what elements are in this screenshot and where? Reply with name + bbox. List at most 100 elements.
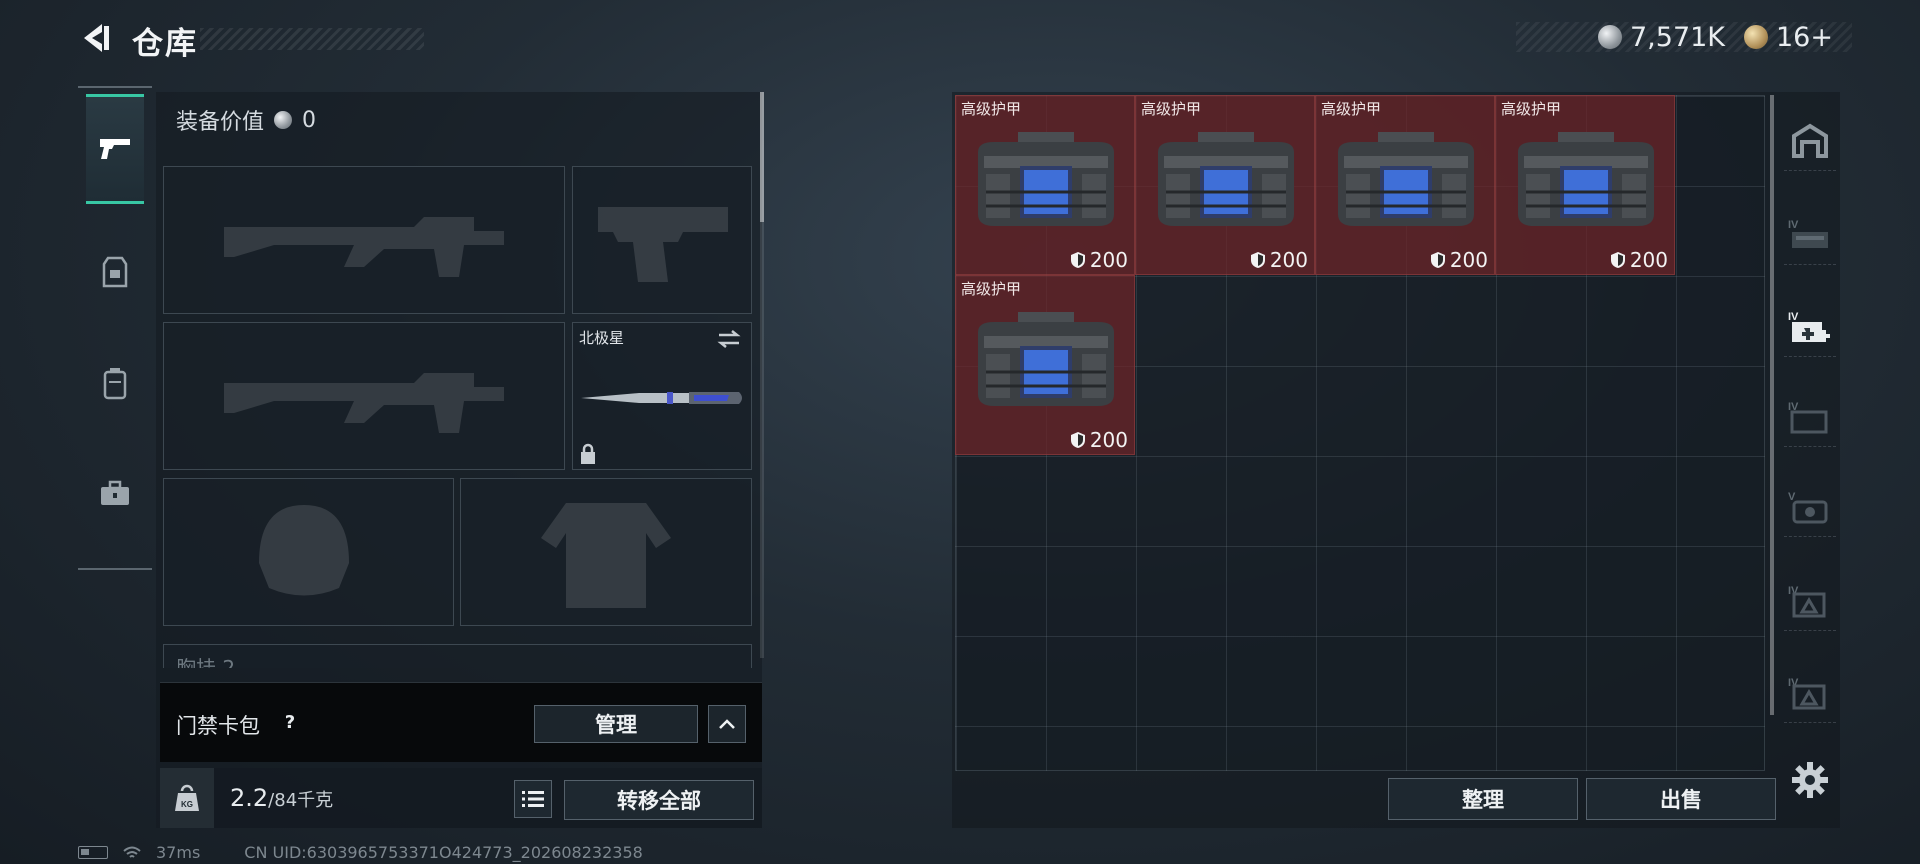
stash-item[interactable]: 高级护甲 200: [1315, 95, 1495, 275]
item-name: 高级护甲: [1501, 100, 1562, 118]
collapse-button[interactable]: [708, 705, 746, 743]
equip-value-label: 装备价值: [176, 110, 265, 135]
medical-station-icon: IV: [1788, 311, 1830, 342]
currency-gold[interactable]: 16+: [1744, 20, 1833, 54]
chest-rig-slot[interactable]: [163, 644, 752, 668]
facility-shortcuts: IV IV IV V IV IV: [1780, 95, 1840, 735]
item-name: 高级护甲: [1321, 100, 1382, 118]
storage-icon: [1792, 123, 1828, 158]
shield-icon: [1430, 252, 1445, 268]
loadout-scrollbar-thumb[interactable]: [760, 92, 764, 222]
durability-value: 200: [1629, 248, 1668, 272]
silver-coin-icon: [274, 111, 293, 129]
item-name: 高级护甲: [961, 100, 1022, 118]
stash-item[interactable]: 高级护甲 200: [1135, 95, 1315, 275]
chest-rig-label: 胸挂 2: [176, 656, 236, 668]
armor-bag-icon: [978, 132, 1114, 226]
side-storage[interactable]: [1784, 109, 1836, 171]
durability-value: 200: [1089, 428, 1128, 452]
shield-icon: [1610, 252, 1625, 268]
gear-icon: [1792, 762, 1828, 798]
stash-scrollbar[interactable]: [1770, 95, 1774, 715]
side-weapon-rack[interactable]: IV: [1784, 203, 1836, 265]
stash-item[interactable]: 高级护甲 200: [1495, 95, 1675, 275]
pistol-slot[interactable]: [572, 166, 752, 314]
back-arrow-icon: [84, 24, 109, 52]
sort-button[interactable]: 整理: [1388, 778, 1578, 820]
shield-icon: [1070, 432, 1085, 448]
side-armor-station[interactable]: IV: [1784, 569, 1836, 631]
weight-current: 2.2: [230, 784, 269, 812]
list-icon: [522, 791, 544, 807]
currency-silver: 7,571K: [1598, 20, 1725, 54]
primary-weapon-slot[interactable]: [163, 166, 565, 314]
shield-icon: [1250, 252, 1265, 268]
settings-button[interactable]: [1790, 760, 1830, 800]
vest-icon: [102, 256, 128, 288]
silver-coin-icon: [1598, 25, 1622, 49]
armor-bag-icon: [1338, 132, 1474, 226]
weapon-rack-icon: IV: [1788, 219, 1828, 248]
melee-slot[interactable]: 北极星: [572, 322, 752, 470]
lock-icon: [581, 443, 595, 464]
sell-button[interactable]: 出售: [1586, 778, 1776, 820]
side-safe[interactable]: V: [1784, 475, 1836, 537]
tab-armor[interactable]: [86, 218, 144, 328]
swap-icon[interactable]: [717, 329, 741, 349]
briefcase-icon: [101, 480, 129, 505]
weight-icon: KG: [175, 784, 199, 811]
stash-item[interactable]: 高级护甲 200: [955, 95, 1135, 275]
armor-bag-icon: [1518, 132, 1654, 226]
item-durability: 200: [1070, 248, 1128, 272]
category-tabs: [78, 86, 152, 570]
tab-backpack[interactable]: [86, 328, 144, 438]
durability-value: 200: [1449, 248, 1488, 272]
uid-text: CN UID:6303965753371O424773_202608232358: [244, 843, 643, 862]
battery-icon: [78, 846, 108, 859]
item-durability: 200: [1610, 248, 1668, 272]
list-view-button[interactable]: [514, 780, 552, 818]
help-icon[interactable]: ?: [276, 708, 304, 736]
tab-weapons[interactable]: [86, 94, 144, 204]
level-badge: IV: [1788, 219, 1799, 231]
pistol-silhouette-icon: [598, 207, 728, 282]
melee-name: 北极星: [579, 329, 625, 347]
side-workbench[interactable]: IV: [1784, 385, 1836, 447]
tab-case[interactable]: [86, 438, 144, 548]
durability-value: 200: [1089, 248, 1128, 272]
durability-value: 200: [1269, 248, 1308, 272]
ping-value: 37ms: [156, 843, 201, 862]
item-durability: 200: [1250, 248, 1308, 272]
item-durability: 200: [1430, 248, 1488, 272]
weight-max: /84千克: [268, 790, 334, 811]
manage-button[interactable]: 管理: [534, 705, 698, 743]
pistol-icon: [100, 139, 130, 159]
stash-item[interactable]: 高级护甲 200: [955, 275, 1135, 455]
side-crafting[interactable]: IV: [1784, 661, 1836, 723]
chevron-up-icon: [719, 719, 735, 729]
back-button[interactable]: [78, 20, 114, 56]
side-medical-station[interactable]: IV: [1784, 295, 1836, 357]
weight-capacity: 2.2/84千克: [230, 784, 333, 812]
keycard-label: 门禁卡包: [176, 714, 260, 738]
transfer-all-button[interactable]: 转移全部: [564, 780, 754, 820]
title-decoration: [200, 28, 424, 50]
currency-silver-value: 7,571K: [1630, 21, 1726, 53]
armor-slot[interactable]: [460, 478, 752, 626]
item-name: 高级护甲: [961, 280, 1022, 298]
crafting-icon: IV: [1788, 677, 1826, 709]
workbench-icon: IV: [1788, 401, 1828, 433]
knife-icon: [581, 392, 742, 404]
equip-value-amount: 0: [302, 107, 317, 133]
armor-bag-icon: [1158, 132, 1294, 226]
level-badge: IV: [1788, 311, 1799, 323]
helmet-slot[interactable]: [163, 478, 454, 626]
gold-coin-icon: [1744, 25, 1768, 49]
wifi-icon: [123, 846, 141, 858]
safe-icon: V: [1788, 491, 1828, 523]
status-bar: 37ms CN UID:6303965753371O424773_2026082…: [78, 843, 643, 862]
weight-icon-box: KG: [160, 768, 214, 828]
secondary-weapon-slot[interactable]: [163, 322, 565, 470]
rifle-silhouette-icon: [224, 217, 504, 277]
equip-value: 装备价值 0: [176, 104, 316, 136]
